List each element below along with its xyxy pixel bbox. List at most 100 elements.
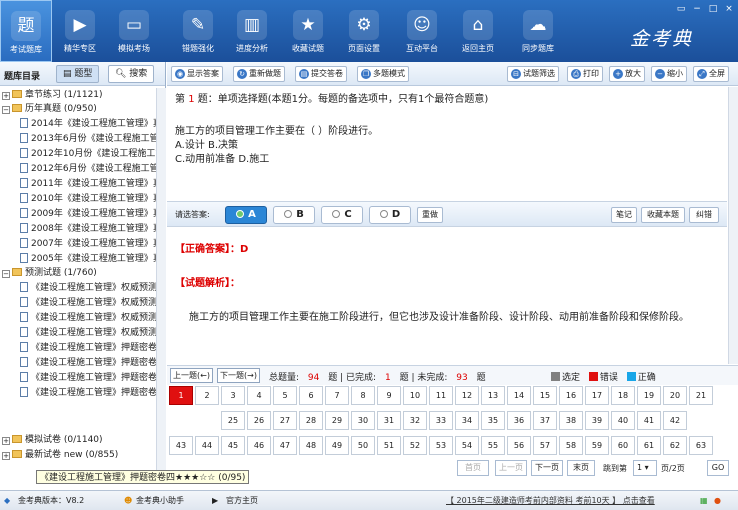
question-cell[interactable]: 60 bbox=[611, 436, 635, 455]
tree-item[interactable]: 2013年6月份《建设工程施工管 bbox=[20, 132, 156, 147]
question-cell[interactable]: 8 bbox=[351, 386, 375, 405]
news-link[interactable]: 【 2015年二级建造师考前内部资料 考前10天 】 点击查看 bbox=[446, 491, 655, 510]
expand-icon[interactable]: − bbox=[2, 106, 10, 114]
nav-button-10[interactable]: ☁ 同步题库 bbox=[512, 0, 564, 62]
next-question-button[interactable]: 下一题(→) bbox=[217, 368, 260, 383]
question-cell[interactable]: 3 bbox=[221, 386, 245, 405]
answer-option-c[interactable]: C bbox=[321, 206, 363, 224]
tree-item[interactable]: 《建设工程施工管理》押题密卷 bbox=[20, 341, 156, 356]
multi-mode-button[interactable]: ❐ 多题模式 bbox=[357, 66, 409, 82]
question-cell[interactable]: 9 bbox=[377, 386, 401, 405]
question-cell[interactable]: 30 bbox=[351, 411, 375, 430]
question-cell[interactable]: 31 bbox=[377, 411, 401, 430]
question-cell[interactable]: 7 bbox=[325, 386, 349, 405]
notes-button[interactable]: 笔记 bbox=[611, 207, 637, 223]
tree-item[interactable]: 2007年《建设工程施工管理》真 bbox=[20, 237, 156, 252]
question-cell[interactable]: 26 bbox=[247, 411, 271, 430]
question-cell[interactable]: 5 bbox=[273, 386, 297, 405]
redo-button[interactable]: ↻ 重新做题 bbox=[233, 66, 285, 82]
question-cell[interactable]: 29 bbox=[325, 411, 349, 430]
print-button[interactable]: ⎙ 打印 bbox=[567, 66, 603, 82]
question-cell[interactable]: 49 bbox=[325, 436, 349, 455]
nav-button-4[interactable]: ✎ 错题强化 bbox=[172, 0, 224, 62]
tree-view-button[interactable]: ▤ 题型 bbox=[56, 65, 100, 83]
nav-button-9[interactable]: ⌂ 返回主页 bbox=[452, 0, 504, 62]
page-select[interactable]: 1 ▾ bbox=[633, 460, 657, 476]
tree-item[interactable]: + 章节练习 (1/1121) bbox=[2, 88, 152, 103]
go-button[interactable]: GO bbox=[707, 460, 729, 476]
skin-icon[interactable]: ▭ bbox=[674, 4, 688, 15]
question-cell[interactable]: 62 bbox=[663, 436, 687, 455]
answer-option-a[interactable]: A bbox=[225, 206, 267, 224]
submit-button[interactable]: ▤ 提交答卷 bbox=[295, 66, 347, 82]
tree-item[interactable]: + 模拟试卷 (0/1140) bbox=[2, 433, 152, 448]
expand-icon[interactable]: − bbox=[2, 270, 10, 278]
minimize-icon[interactable]: − bbox=[690, 4, 704, 15]
question-cell[interactable]: 32 bbox=[403, 411, 427, 430]
homepage-link[interactable]: 官方主页 bbox=[226, 491, 258, 510]
sidebar-scrollbar[interactable] bbox=[156, 88, 166, 476]
question-cell[interactable]: 59 bbox=[585, 436, 609, 455]
tree-item[interactable]: 2014年《建设工程施工管理》真 bbox=[20, 117, 156, 132]
question-cell[interactable]: 37 bbox=[533, 411, 557, 430]
zoom-in-button[interactable]: + 放大 bbox=[609, 66, 645, 82]
question-cell[interactable]: 2 bbox=[195, 386, 219, 405]
question-cell[interactable]: 55 bbox=[481, 436, 505, 455]
question-cell[interactable]: 27 bbox=[273, 411, 297, 430]
question-cell[interactable]: 34 bbox=[455, 411, 479, 430]
next-page-button[interactable]: 下一页 bbox=[531, 460, 563, 476]
show-answer-button[interactable]: ◉ 显示答案 bbox=[171, 66, 223, 82]
answer-option-b[interactable]: B bbox=[273, 206, 315, 224]
question-cell[interactable]: 28 bbox=[299, 411, 323, 430]
question-cell[interactable]: 48 bbox=[299, 436, 323, 455]
tree-item[interactable]: 2008年《建设工程施工管理》真 bbox=[20, 222, 156, 237]
question-cell[interactable]: 36 bbox=[507, 411, 531, 430]
tree-item[interactable]: − 预测试题 (1/760) bbox=[2, 266, 152, 281]
favorite-button[interactable]: 收藏本题 bbox=[641, 207, 685, 223]
question-cell[interactable]: 21 bbox=[689, 386, 713, 405]
nav-button-7[interactable]: ⚙ 页面设置 bbox=[338, 0, 390, 62]
redo-answer-button[interactable]: 重做 bbox=[417, 207, 443, 223]
fullscreen-button[interactable]: ⤢ 全屏 bbox=[693, 66, 729, 82]
helper-link[interactable]: 金考典小助手 bbox=[136, 491, 184, 510]
report-error-button[interactable]: 纠错 bbox=[689, 207, 719, 223]
first-page-button[interactable]: 首页 bbox=[457, 460, 489, 476]
answer-option-d[interactable]: D bbox=[369, 206, 411, 224]
question-cell[interactable]: 18 bbox=[611, 386, 635, 405]
question-cell[interactable]: 41 bbox=[637, 411, 661, 430]
question-cell[interactable]: 46 bbox=[247, 436, 271, 455]
question-cell[interactable]: 15 bbox=[533, 386, 557, 405]
tree-item[interactable]: 2010年《建设工程施工管理》真 bbox=[20, 192, 156, 207]
question-cell[interactable]: 43 bbox=[169, 436, 193, 455]
nav-button-2[interactable]: ▶ 精华专区 bbox=[54, 0, 106, 62]
grid-icon[interactable]: ▦ bbox=[700, 491, 708, 510]
question-cell[interactable]: 6 bbox=[299, 386, 323, 405]
tree-item[interactable]: 《建设工程施工管理》权威预测 bbox=[20, 311, 156, 326]
question-cell[interactable]: 57 bbox=[533, 436, 557, 455]
zoom-out-button[interactable]: − 缩小 bbox=[651, 66, 687, 82]
question-cell[interactable]: 58 bbox=[559, 436, 583, 455]
browser-icon[interactable]: ● bbox=[714, 491, 721, 510]
last-page-button[interactable]: 末页 bbox=[567, 460, 595, 476]
prev-question-button[interactable]: 上一题(←) bbox=[170, 368, 213, 383]
tree-item[interactable]: + 最新试卷 new (0/855) bbox=[2, 448, 152, 463]
tree-item[interactable]: 2011年《建设工程施工管理》真 bbox=[20, 177, 156, 192]
main-scrollbar[interactable] bbox=[728, 87, 738, 364]
expand-icon[interactable]: + bbox=[2, 452, 10, 460]
search-button[interactable]: 🔍︎ 搜索 bbox=[108, 65, 155, 83]
nav-button-6[interactable]: ★ 收藏试题 bbox=[282, 0, 334, 62]
tree-item[interactable]: 《建设工程施工管理》押题密卷 bbox=[20, 356, 156, 371]
question-cell[interactable]: 42 bbox=[663, 411, 687, 430]
question-cell[interactable]: 47 bbox=[273, 436, 297, 455]
question-cell[interactable]: 54 bbox=[455, 436, 479, 455]
tree-item[interactable]: − 历年真题 (0/950) bbox=[2, 102, 152, 117]
question-cell[interactable]: 33 bbox=[429, 411, 453, 430]
tree-item[interactable]: 2005年《建设工程施工管理》真 bbox=[20, 252, 156, 267]
question-cell[interactable]: 63 bbox=[689, 436, 713, 455]
maximize-icon[interactable]: □ bbox=[706, 4, 720, 15]
close-icon[interactable]: × bbox=[722, 4, 736, 15]
question-cell[interactable]: 17 bbox=[585, 386, 609, 405]
question-cell[interactable]: 45 bbox=[221, 436, 245, 455]
question-cell[interactable]: 20 bbox=[663, 386, 687, 405]
tree-item[interactable]: 2012年6月份《建设工程施工管 bbox=[20, 162, 156, 177]
